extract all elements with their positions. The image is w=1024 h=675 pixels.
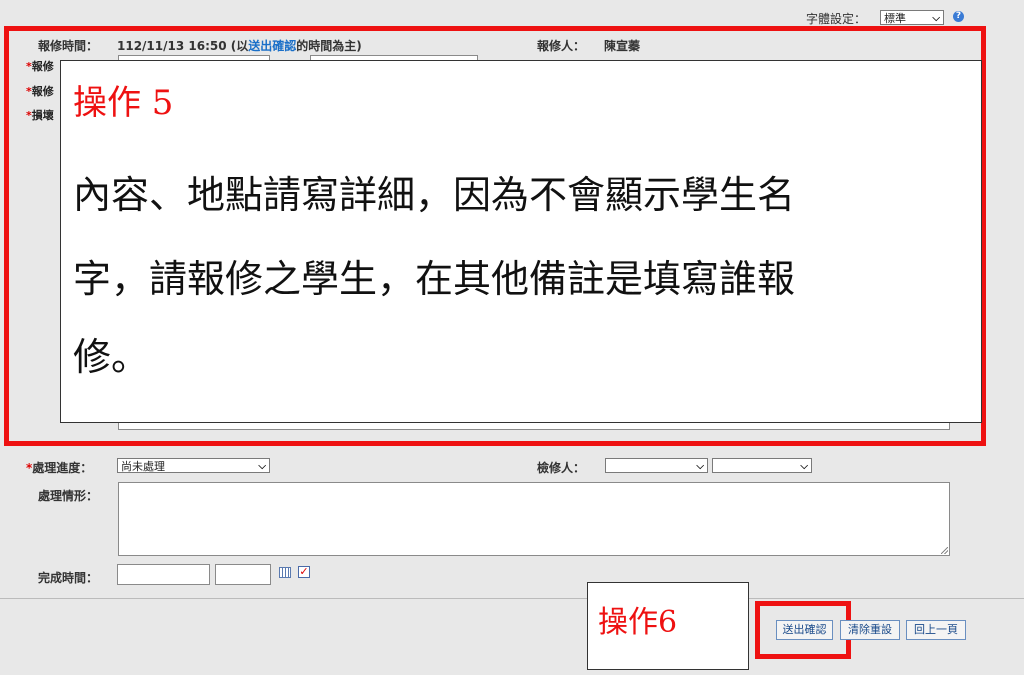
status-label: 處理情形： (38, 489, 99, 503)
chevron-down-icon: ⌵ (800, 461, 808, 472)
progress-value: 尚未處理 (121, 460, 165, 473)
progress-label: *處理進度： (26, 461, 93, 475)
callout-step6: 操作6 (587, 582, 749, 670)
inspector-select-1[interactable]: ⌵ (605, 458, 708, 473)
callout-step5-line-2: 字，請報修之學生，在其他備註是填寫誰報 (73, 257, 796, 301)
inspector-select-2[interactable]: ⌵ (712, 458, 812, 473)
submit-button[interactable]: 送出確認 (776, 620, 833, 640)
status-textarea[interactable] (118, 482, 950, 556)
callout-step5-title: 操作 5 (73, 83, 174, 123)
back-button[interactable]: 回上一頁 (906, 620, 966, 640)
done-date-input[interactable] (117, 564, 210, 585)
chevron-down-icon: ⌵ (932, 13, 940, 24)
callout-step5-line-3: 修。 (73, 335, 150, 379)
done-time-label: 完成時間： (38, 571, 99, 585)
font-setting-select[interactable]: 標準 ⌵ (880, 10, 944, 25)
progress-select[interactable]: 尚未處理 ⌵ (117, 458, 270, 473)
callout-step6-title: 操作6 (598, 605, 678, 640)
chevron-down-icon: ⌵ (696, 461, 704, 472)
callout-step5: 操作 5 內容、地點請寫詳細，因為不會顯示學生名 字，請報修之學生，在其他備註是… (60, 60, 982, 423)
checkbox-icon[interactable]: ✓ (298, 566, 310, 578)
calendar-icon[interactable] (279, 567, 291, 578)
done-time-input[interactable] (215, 564, 271, 585)
help-icon[interactable]: ? (953, 11, 964, 22)
callout-step5-line-1: 內容、地點請寫詳細，因為不會顯示學生名 (73, 173, 796, 217)
inspector-label: 檢修人： (537, 461, 586, 475)
resize-handle-icon[interactable] (941, 547, 948, 554)
font-setting-value: 標準 (884, 12, 906, 25)
chevron-down-icon: ⌵ (258, 461, 266, 472)
divider (0, 598, 1024, 599)
reset-button[interactable]: 清除重設 (840, 620, 900, 640)
font-setting-label: 字體設定： (806, 12, 867, 26)
